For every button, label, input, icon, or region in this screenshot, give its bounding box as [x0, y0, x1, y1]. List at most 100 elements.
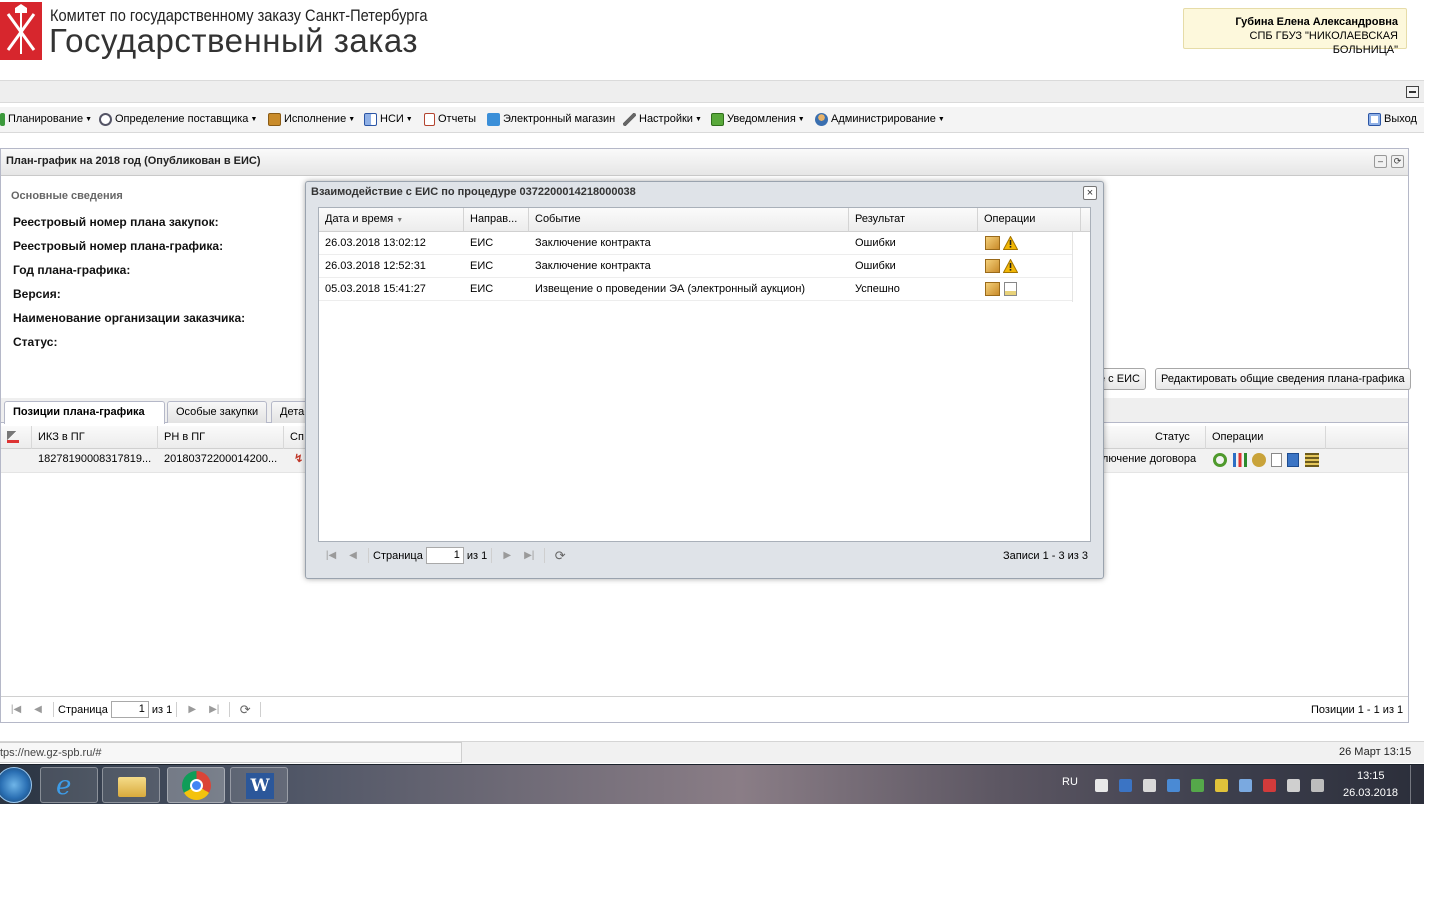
- col-operations[interactable]: Операции: [978, 208, 1081, 232]
- col-rn[interactable]: РН в ПГ: [158, 426, 284, 449]
- main-menu: Планирование ▼ Определение поставщика ▼ Ис…: [0, 107, 1424, 133]
- windows-taskbar: e W RU 13:15 26.03.2018: [0, 764, 1424, 804]
- chart-op-icon[interactable]: [1233, 453, 1247, 467]
- menu-execution[interactable]: Исполнение ▼: [268, 107, 355, 131]
- clock-time[interactable]: 13:15: [1357, 770, 1385, 782]
- clock-date[interactable]: 26.03.2018: [1343, 787, 1398, 799]
- col-method[interactable]: Сп: [284, 426, 306, 449]
- briefcase-icon: [268, 112, 281, 126]
- panel-title: План-график на 2018 год (Опубликован в Е…: [6, 155, 261, 167]
- package-icon[interactable]: [985, 259, 1000, 273]
- refresh-panel-icon[interactable]: ⟳: [1391, 155, 1404, 168]
- field-status: Статус:: [13, 335, 58, 349]
- tray-monitor-icon[interactable]: [1287, 779, 1300, 792]
- close-icon[interactable]: ×: [1083, 186, 1097, 200]
- chrome-icon[interactable]: [167, 767, 225, 803]
- package-icon[interactable]: [985, 236, 1000, 250]
- word-icon[interactable]: W: [230, 767, 288, 803]
- tab-details[interactable]: Дета: [271, 401, 309, 423]
- col-direction[interactable]: Направ...: [464, 208, 529, 232]
- language-indicator[interactable]: RU: [1062, 776, 1078, 788]
- refresh-icon[interactable]: ⟳: [553, 548, 567, 563]
- prev-page-icon[interactable]: ◀: [346, 549, 360, 563]
- page-of: из 1: [151, 703, 173, 716]
- explorer-folder-icon[interactable]: [102, 767, 160, 803]
- menu-planning[interactable]: Планирование ▼: [0, 107, 92, 131]
- tray-check-icon[interactable]: [1191, 779, 1204, 792]
- user-info[interactable]: Губина Елена Александровна СПБ ГБУЗ "НИК…: [1183, 8, 1407, 56]
- start-button-icon[interactable]: [0, 767, 32, 803]
- package-icon[interactable]: [985, 282, 1000, 296]
- dialog-title: Взаимодействие с ЕИС по процедуре 037220…: [311, 186, 636, 198]
- tray-update-icon[interactable]: [1239, 779, 1252, 792]
- logout-button[interactable]: Выход: [1368, 107, 1417, 131]
- field-schedule-year: Год плана-графика:: [13, 263, 131, 277]
- status-url: tps://new.gz-spb.ru/#: [0, 742, 462, 763]
- settings-op-icon[interactable]: [1213, 453, 1227, 467]
- table-row[interactable]: 26.03.2018 12:52:31 ЕИС Заключение контр…: [319, 255, 1072, 278]
- refresh-icon[interactable]: ⟳: [238, 702, 252, 717]
- tray-usb-icon[interactable]: [1215, 779, 1228, 792]
- table-row[interactable]: 26.03.2018 13:02:12 ЕИС Заключение контр…: [319, 232, 1072, 255]
- tray-app-icon[interactable]: [1119, 779, 1132, 792]
- page-input[interactable]: 1: [110, 701, 149, 718]
- document-icon[interactable]: [1004, 282, 1017, 296]
- filter-clear-icon[interactable]: [1, 426, 32, 449]
- menu-eshop[interactable]: Электронный магазин: [487, 107, 615, 131]
- page-of: из 1: [466, 549, 488, 562]
- page-input[interactable]: 1: [425, 547, 464, 564]
- tray-volume-icon[interactable]: [1311, 779, 1324, 792]
- first-page-icon[interactable]: |◀: [9, 703, 23, 717]
- warning-icon[interactable]: [1003, 259, 1018, 273]
- menu-admin[interactable]: Администрирование ▼: [815, 107, 945, 131]
- col-event[interactable]: Событие: [529, 208, 849, 232]
- warning-icon[interactable]: [1003, 236, 1018, 250]
- report-icon: [424, 112, 435, 126]
- list-op-icon[interactable]: [1305, 453, 1319, 467]
- col-datetime[interactable]: Дата и время ▼: [319, 208, 464, 232]
- show-desktop-button[interactable]: [1410, 765, 1422, 804]
- tab-special-purchases[interactable]: Особые закупки: [167, 401, 267, 423]
- tray-flag-icon[interactable]: [1095, 779, 1108, 792]
- copy-op-icon[interactable]: [1287, 453, 1299, 467]
- book-icon: [364, 112, 377, 126]
- edit-general-info-button[interactable]: Редактировать общие сведения плана-графи…: [1155, 368, 1411, 390]
- tray-keyboard-icon[interactable]: [1143, 779, 1156, 792]
- panel-header: План-график на 2018 год (Опубликован в Е…: [1, 149, 1408, 176]
- tray-network-icon[interactable]: [1167, 779, 1180, 792]
- col-result[interactable]: Результат: [849, 208, 978, 232]
- menu-nsi[interactable]: НСИ ▼: [364, 107, 413, 131]
- table-row[interactable]: 05.03.2018 15:41:27 ЕИС Извещение о пров…: [319, 278, 1072, 301]
- cell-ikz: 18278190008317819...: [38, 453, 152, 465]
- tab-positions[interactable]: Позиции плана-графика: [4, 401, 165, 424]
- field-customer-name: Наименование организации заказчика:: [13, 311, 246, 325]
- field-plan-number: Реестровый номер плана закупок:: [13, 215, 219, 229]
- notifications-icon: [711, 112, 724, 126]
- document-op-icon[interactable]: [1271, 453, 1282, 467]
- eis-log-grid: Дата и время ▼ Направ... Событие Результ…: [318, 207, 1091, 542]
- prev-page-icon[interactable]: ◀: [31, 703, 45, 717]
- last-page-icon[interactable]: ▶|: [522, 549, 536, 563]
- col-operations[interactable]: Операции: [1206, 426, 1326, 449]
- menu-notifications[interactable]: Уведомления ▼: [711, 107, 805, 131]
- tray-antivirus-icon[interactable]: [1263, 779, 1276, 792]
- internet-explorer-icon[interactable]: e: [40, 767, 98, 803]
- col-status[interactable]: Статус: [1149, 426, 1206, 449]
- menu-reports[interactable]: Отчеты: [424, 107, 476, 131]
- menu-supplier[interactable]: Определение поставщика ▼: [99, 107, 257, 131]
- menu-settings[interactable]: Настройки ▼: [623, 107, 702, 131]
- logout-icon: [1368, 112, 1381, 126]
- next-page-icon[interactable]: ▶: [185, 703, 199, 717]
- section-general-info: Основные сведения: [11, 190, 123, 202]
- collapse-panel-icon[interactable]: –: [1374, 155, 1387, 168]
- spb-coat-of-arms-logo: [0, 2, 42, 60]
- wrench-icon: [623, 112, 636, 126]
- collapse-header-icon[interactable]: [1406, 86, 1419, 98]
- last-page-icon[interactable]: ▶|: [207, 703, 221, 717]
- col-ikz[interactable]: ИКЗ в ПГ: [32, 426, 158, 449]
- first-page-icon[interactable]: |◀: [324, 549, 338, 563]
- next-page-icon[interactable]: ▶: [500, 549, 514, 563]
- main-pager-summary: Позиции 1 - 1 из 1: [1311, 704, 1404, 716]
- dialog-pager: |◀ ◀ Страница 1 из 1 ▶ ▶| ⟳: [320, 543, 571, 568]
- emblem-op-icon[interactable]: [1252, 453, 1266, 467]
